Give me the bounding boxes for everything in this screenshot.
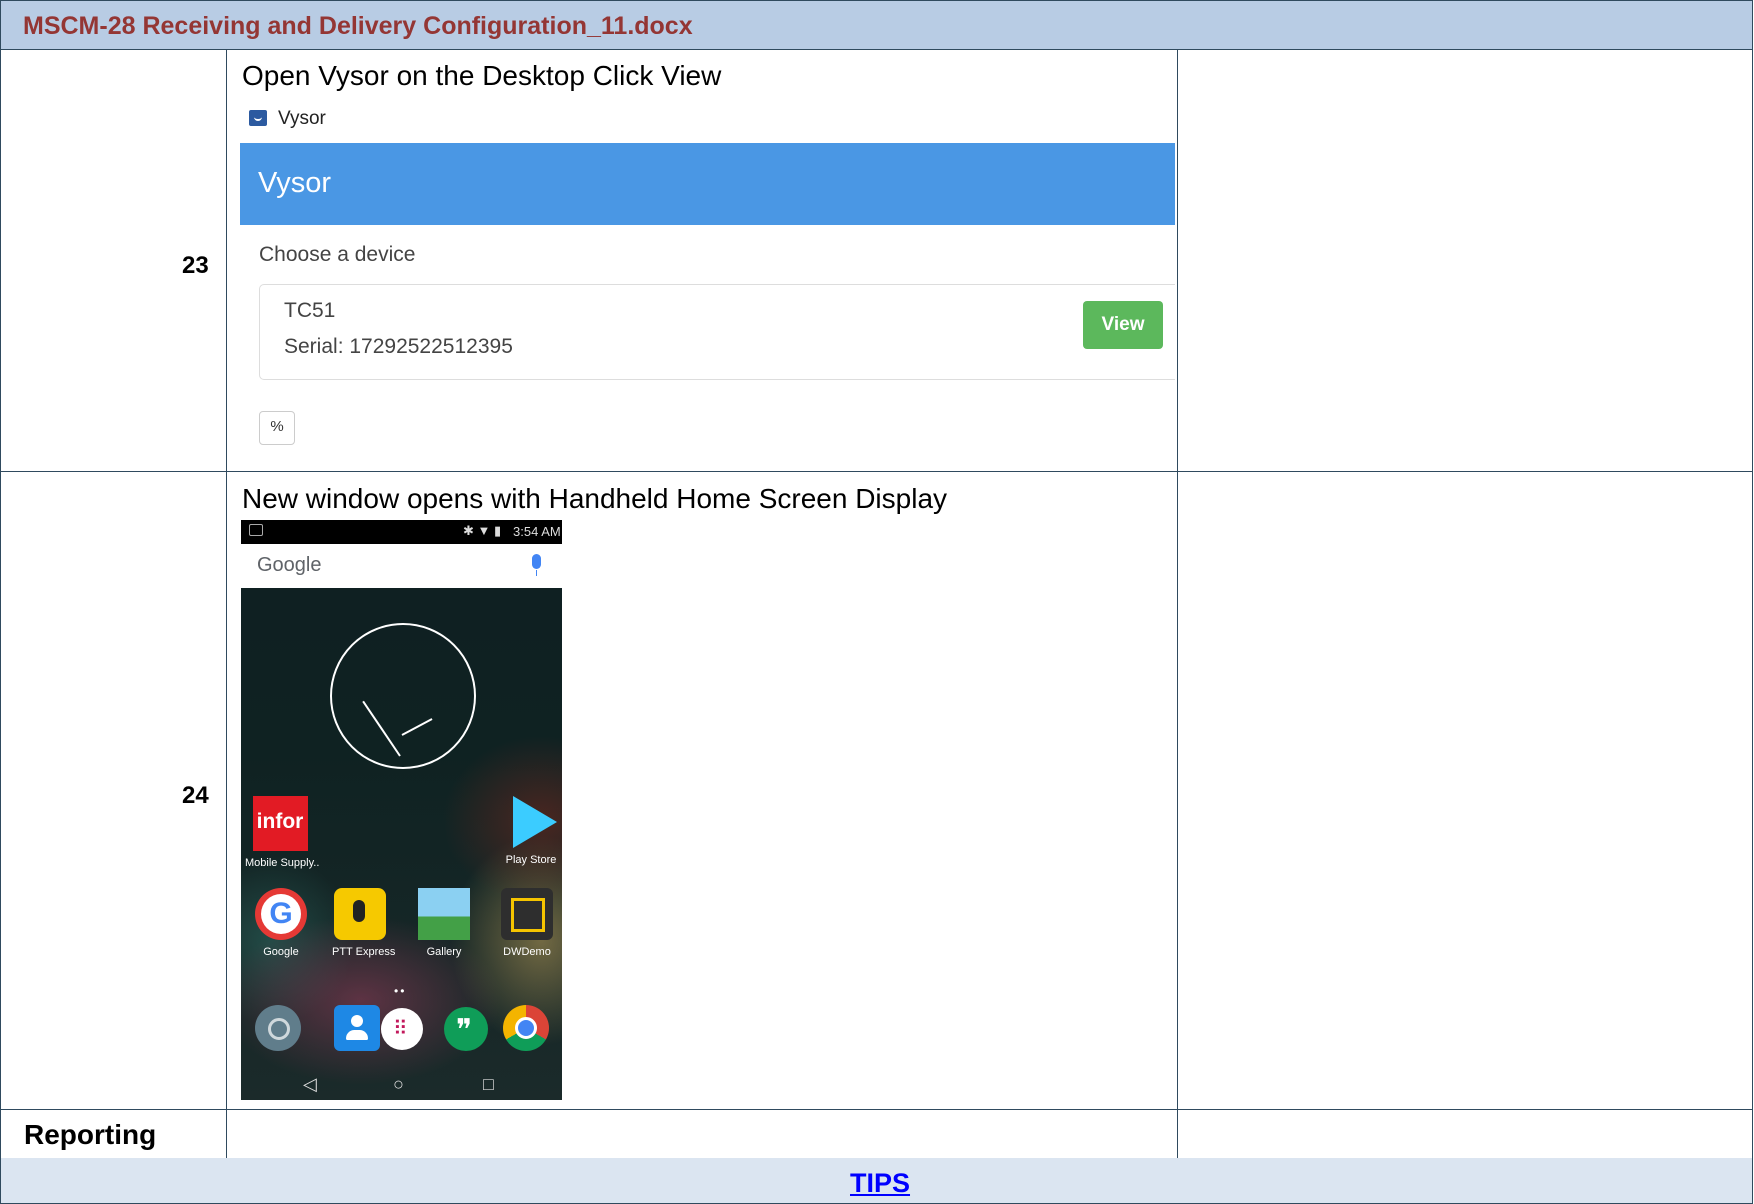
vysor-app-icon xyxy=(249,110,267,126)
row-divider xyxy=(1,1109,1752,1110)
google-logo: Google xyxy=(257,554,322,576)
home-icon[interactable]: ○ xyxy=(393,1074,404,1095)
status-time: 3:54 AM xyxy=(513,524,561,539)
connect-link-button[interactable]: % xyxy=(259,411,295,445)
tips-link[interactable]: TIPS xyxy=(850,1168,910,1199)
recents-icon[interactable]: □ xyxy=(483,1074,494,1095)
chrome-icon[interactable] xyxy=(503,1005,549,1051)
choose-device-label: Choose a device xyxy=(259,243,416,266)
row-divider xyxy=(1,471,1752,472)
app-ptt-express[interactable]: PTT Express xyxy=(332,888,396,958)
google-search-bar[interactable]: Google xyxy=(241,544,562,588)
step-number: 23 xyxy=(182,252,209,279)
step-number: 24 xyxy=(182,782,209,809)
app-play-store[interactable]: Play Store xyxy=(503,796,559,866)
app-label: Play Store xyxy=(505,854,557,866)
app-drawer-glyph: ⠿ xyxy=(393,1018,408,1040)
notification-icon xyxy=(249,524,263,536)
device-serial: Serial: 17292522512395 xyxy=(284,335,513,358)
step-instruction: Open Vysor on the Desktop Click View xyxy=(242,60,722,91)
page-indicator: •• xyxy=(394,984,407,998)
link-icon: % xyxy=(270,418,284,435)
app-gallery[interactable]: Gallery xyxy=(416,888,472,958)
view-button[interactable]: View xyxy=(1083,301,1163,349)
app-label: Mobile Supply.. xyxy=(245,857,320,869)
ptt-express-icon xyxy=(334,888,386,940)
device-card: TC51 Serial: 17292522512395 xyxy=(259,284,1175,380)
document-title: MSCM-28 Receiving and Delivery Configura… xyxy=(23,12,693,40)
app-label: PTT Express xyxy=(332,946,396,958)
status-bar: ✱ ▼ ▮ 3:54 AM xyxy=(241,520,562,544)
app-label: DWDemo xyxy=(503,946,551,958)
navigation-bar: ◁ ○ □ xyxy=(241,1072,562,1100)
hangouts-glyph: ❞ xyxy=(456,1014,473,1047)
app-label: Gallery xyxy=(426,946,462,958)
google-icon xyxy=(255,888,307,940)
column-divider xyxy=(1177,49,1178,1158)
settings-icon[interactable] xyxy=(255,1005,301,1051)
back-icon[interactable]: ◁ xyxy=(303,1074,317,1095)
vysor-window-title: Vysor xyxy=(278,108,326,129)
status-icons: ✱ ▼ ▮ xyxy=(463,523,502,538)
vysor-window-titlebar: Vysor xyxy=(240,98,1175,140)
vysor-header-title: Vysor xyxy=(258,167,332,199)
handheld-home-screen: ✱ ▼ ▮ 3:54 AM Google infor Mobile Supply… xyxy=(241,520,562,1100)
document-title-bar: MSCM-28 Receiving and Delivery Configura… xyxy=(1,1,1752,50)
play-store-icon xyxy=(505,796,557,848)
gallery-icon xyxy=(418,888,470,940)
reporting-label: Reporting xyxy=(24,1119,157,1150)
column-divider xyxy=(226,49,227,1158)
dwdemo-icon xyxy=(501,888,553,940)
analog-clock-widget[interactable] xyxy=(330,623,476,769)
app-label: Google xyxy=(263,946,299,958)
microphone-icon[interactable] xyxy=(532,554,541,576)
contacts-icon[interactable] xyxy=(334,1005,380,1051)
vysor-header: Vysor xyxy=(240,143,1175,225)
app-google[interactable]: Google xyxy=(253,888,309,958)
hangouts-icon[interactable]: ❞ xyxy=(444,1007,488,1051)
app-dwdemo[interactable]: DWDemo xyxy=(499,888,555,958)
app-drawer-icon[interactable]: ⠿ xyxy=(381,1008,423,1050)
step-instruction: New window opens with Handheld Home Scre… xyxy=(242,483,948,514)
vysor-screenshot: Vysor Vysor Choose a device TC51 Serial:… xyxy=(240,98,1175,460)
device-model: TC51 xyxy=(284,299,336,322)
infor-icon: infor xyxy=(252,796,308,851)
app-mobile-supply[interactable]: infor Mobile Supply.. xyxy=(245,796,319,869)
